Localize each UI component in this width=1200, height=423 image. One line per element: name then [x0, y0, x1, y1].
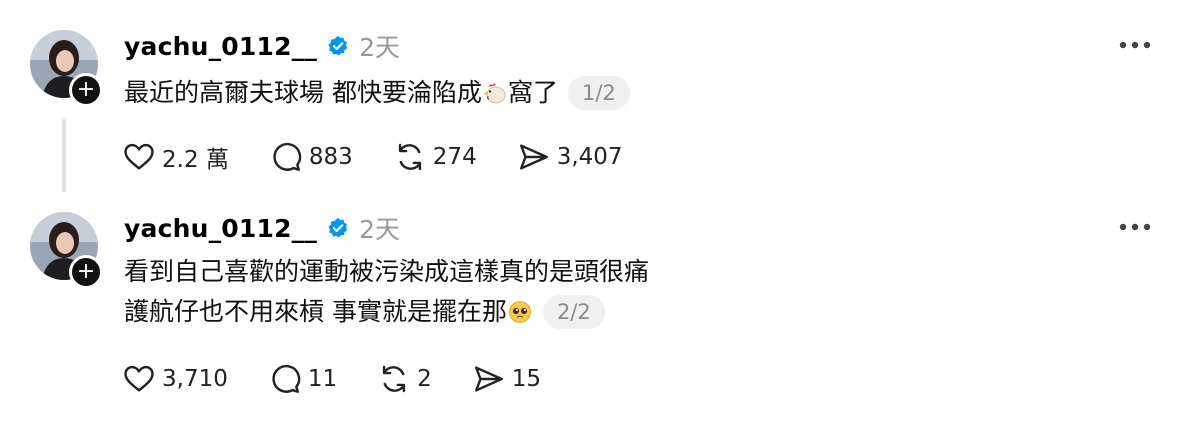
username[interactable]: yachu_0112__	[124, 32, 317, 61]
post-content: 看到自己喜歡的運動被污染成這樣真的是頭很痛 護航仔也不用來槓 事實就是擺在那 2…	[124, 254, 649, 330]
share-count: 3,407	[556, 144, 623, 170]
more-icon[interactable]	[1117, 221, 1153, 233]
repost-count: 274	[432, 144, 477, 170]
more-icon[interactable]	[1117, 39, 1153, 51]
follow-plus-icon[interactable]: +	[69, 73, 103, 107]
reply-count: 11	[307, 366, 338, 392]
post-actions: 3,710 11 2 15	[122, 361, 581, 397]
thread-pager-badge: 1/2	[567, 76, 630, 110]
share-icon	[474, 366, 503, 392]
post-text-line: 護航仔也不用來槓 事實就是擺在那 2/2	[124, 294, 649, 330]
chicken-emoji-icon	[483, 83, 506, 104]
avatar-post-1[interactable]: +	[30, 30, 103, 107]
post-text-continued: 窩了	[507, 78, 558, 107]
post-text: 看到自己喜歡的運動被污染成這樣真的是頭很痛	[124, 257, 650, 286]
like-button[interactable]: 2.2 萬	[122, 140, 229, 174]
like-button[interactable]: 3,710	[122, 362, 228, 396]
post-time: 2天	[359, 33, 400, 62]
thread-connector-line	[62, 119, 66, 192]
heart-icon	[124, 143, 154, 170]
username[interactable]: yachu_0112__	[124, 214, 317, 243]
reply-button[interactable]: 883	[269, 140, 353, 174]
post-header: yachu_0112__ 2天	[124, 211, 400, 245]
post-text-line: 最近的高爾夫球場 都快要淪陷成 窩了 1/2	[124, 75, 630, 111]
share-count: 15	[511, 366, 542, 392]
verified-badge-icon	[328, 35, 348, 56]
like-count: 3,710	[162, 366, 228, 392]
comment-icon	[273, 142, 302, 171]
repost-button[interactable]: 274	[393, 140, 477, 174]
thread-pager-badge: 2/2	[542, 295, 605, 329]
post-actions: 2.2 萬 883 274 3,407	[122, 139, 663, 175]
share-button[interactable]: 15	[472, 362, 541, 396]
post-header: yachu_0112__ 2天	[124, 29, 400, 63]
avatar-post-2[interactable]: +	[30, 212, 103, 289]
repost-count: 2	[417, 366, 432, 392]
repost-icon	[398, 143, 421, 171]
heart-icon	[124, 365, 154, 392]
reply-button[interactable]: 11	[268, 362, 337, 396]
repost-button[interactable]: 2	[377, 362, 432, 396]
comment-icon	[272, 364, 301, 393]
share-button[interactable]: 3,407	[517, 140, 623, 174]
like-count: 2.2 萬	[162, 147, 229, 173]
pleading-face-emoji-icon	[509, 301, 531, 323]
post-text-line: 看到自己喜歡的運動被污染成這樣真的是頭很痛	[124, 254, 649, 290]
repost-icon	[383, 365, 406, 393]
verified-badge-icon	[328, 217, 348, 238]
post-text: 最近的高爾夫球場 都快要淪陷成	[124, 78, 482, 107]
reply-count: 883	[308, 144, 353, 170]
share-icon	[519, 144, 548, 170]
post-content: 最近的高爾夫球場 都快要淪陷成 窩了 1/2	[124, 75, 630, 111]
post-time: 2天	[359, 215, 400, 244]
follow-plus-icon[interactable]: +	[69, 255, 103, 289]
post-text: 護航仔也不用來槓 事實就是擺在那	[124, 297, 507, 326]
